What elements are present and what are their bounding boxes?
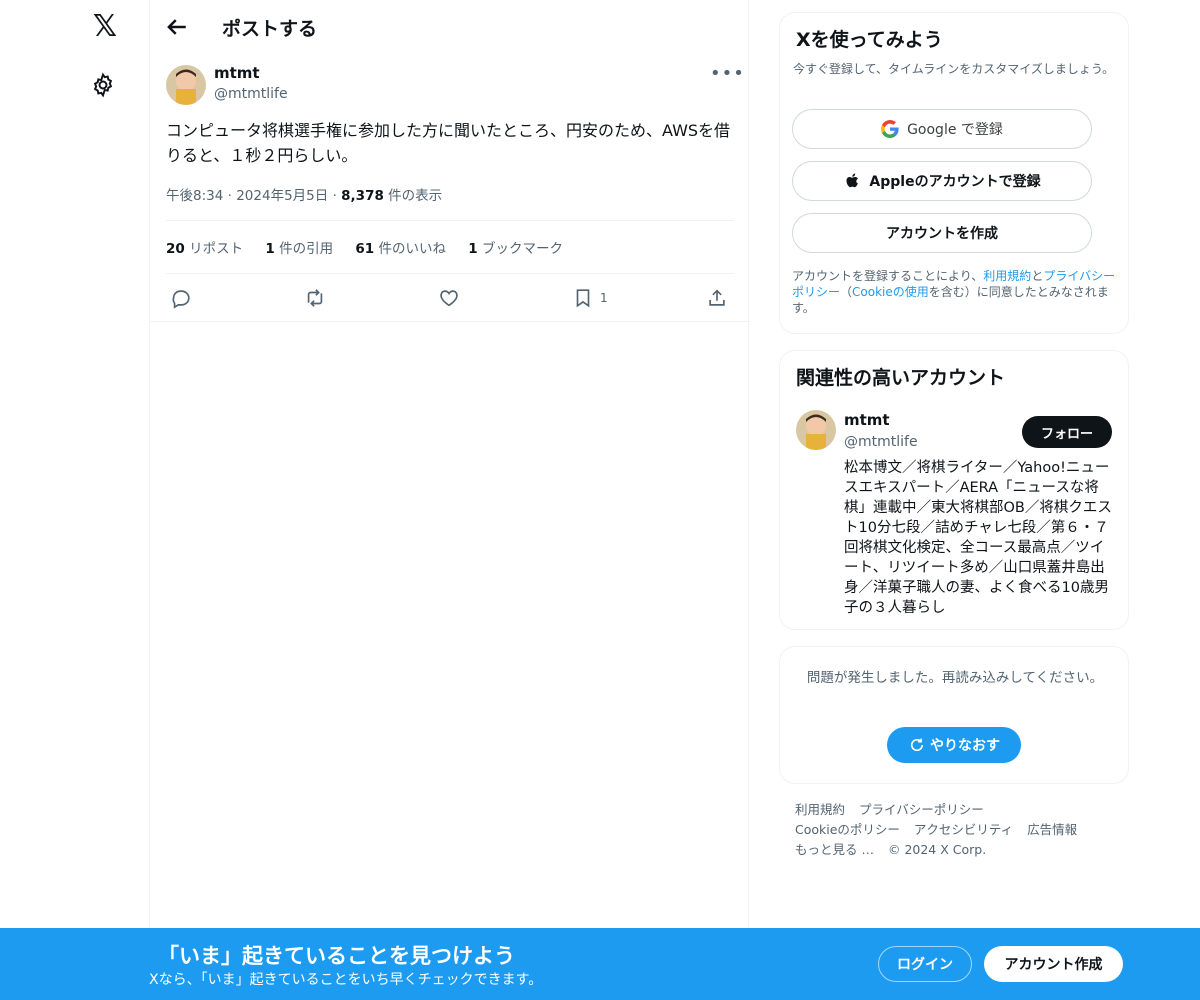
reposts-stat[interactable]: 20 リポスト bbox=[166, 241, 243, 257]
post-text: コンピュータ将棋選手権に参加した方に聞いたところ、円安のため、AWSを借りると、… bbox=[166, 121, 731, 165]
reply-icon bbox=[172, 290, 190, 309]
create-account-label: アカウントを作成 bbox=[886, 226, 998, 242]
apple-icon bbox=[846, 173, 859, 188]
google-signup-button[interactable]: Google で登録 bbox=[792, 109, 1092, 149]
x-logo-icon[interactable]: 𝕏 bbox=[88, 10, 122, 44]
footer-cookie-link[interactable]: Cookieのポリシー bbox=[795, 822, 900, 837]
post-meta: 午後8:34 · 2024年5月5日 · 8,378 件の表示 bbox=[166, 184, 442, 204]
error-message: 問題が発生しました。再読み込みしてください。 bbox=[806, 670, 1104, 686]
retry-label: やりなおす bbox=[930, 738, 1000, 754]
quotes-stat[interactable]: 1 件の引用 bbox=[265, 241, 333, 257]
related-account-bio: 松本博文／将棋ライター／Yahoo!ニュースエキスパート／AERA「ニュースな将… bbox=[844, 460, 1112, 616]
related-account-name[interactable]: mtmt bbox=[844, 411, 890, 429]
avatar[interactable] bbox=[796, 410, 836, 450]
divider bbox=[166, 273, 734, 274]
divider bbox=[150, 321, 750, 322]
apple-signup-label: Appleのアカウントで登録 bbox=[869, 174, 1041, 190]
footer-ads-link[interactable]: 広告情報 bbox=[1027, 822, 1077, 837]
apple-signup-button[interactable]: Appleのアカウントで登録 bbox=[792, 161, 1092, 201]
more-options-icon[interactable]: ••• bbox=[710, 64, 744, 86]
retry-button[interactable]: やりなおす bbox=[887, 727, 1021, 763]
footer-terms-link[interactable]: 利用規約 bbox=[795, 802, 845, 817]
back-button[interactable] bbox=[162, 12, 192, 42]
refresh-icon bbox=[910, 738, 924, 752]
share-icon bbox=[709, 289, 725, 306]
bookmark-button[interactable]: 1 bbox=[572, 284, 608, 312]
terms-text: アカウントを登録することにより、 bbox=[792, 269, 984, 283]
banner-subtitle: Xなら、「いま」起きていることをいち早くチェックできます。 bbox=[149, 972, 543, 988]
footer-privacy-link[interactable]: プライバシーポリシー bbox=[859, 802, 984, 817]
page-title: ポストする bbox=[222, 18, 318, 40]
login-button[interactable]: ログイン bbox=[878, 946, 972, 982]
signup-title: Xを使ってみよう bbox=[796, 29, 943, 51]
bookmark-icon bbox=[576, 289, 590, 308]
terms-text: （ bbox=[840, 285, 853, 299]
likes-stat[interactable]: 61 件のいいね bbox=[355, 241, 446, 257]
banner-title: 「いま」起きていることを見つけよう bbox=[158, 944, 515, 968]
arrow-left-icon bbox=[167, 19, 186, 35]
repost-icon bbox=[307, 289, 323, 307]
footer-links: 利用規約 プライバシーポリシー Cookieのポリシー アクセシビリティ 広告情… bbox=[795, 800, 1115, 860]
views-label: 件の表示 bbox=[388, 188, 443, 204]
share-button[interactable] bbox=[706, 284, 728, 312]
avatar[interactable] bbox=[166, 65, 206, 105]
author-handle[interactable]: @mtmtlife bbox=[214, 86, 288, 102]
post-date[interactable]: 2024年5月5日 bbox=[236, 188, 328, 204]
divider bbox=[166, 220, 734, 221]
post-time[interactable]: 午後8:34 bbox=[166, 188, 223, 204]
related-title: 関連性の高いアカウント bbox=[796, 367, 1006, 389]
footer-accessibility-link[interactable]: アクセシビリティ bbox=[914, 822, 1013, 837]
meta-separator: · bbox=[227, 188, 232, 204]
google-icon bbox=[881, 120, 899, 138]
error-card: 問題が発生しました。再読み込みしてください。 やりなおす bbox=[779, 646, 1129, 784]
views-count: 8,378 bbox=[341, 188, 384, 204]
terms-text: と bbox=[1031, 269, 1044, 283]
bottom-banner: 「いま」起きていることを見つけよう Xなら、「いま」起きていることをいち早くチェ… bbox=[0, 928, 1200, 1000]
google-signup-label: Google で登録 bbox=[907, 122, 1003, 138]
post-actions: 1 bbox=[150, 284, 750, 312]
terms-link[interactable]: 利用規約 bbox=[983, 269, 1031, 283]
heart-icon bbox=[440, 290, 458, 307]
meta-separator: · bbox=[332, 188, 337, 204]
reply-button[interactable] bbox=[170, 284, 192, 312]
signup-button[interactable]: アカウント作成 bbox=[984, 946, 1123, 982]
terms-notice: アカウントを登録することにより、利用規約とプライバシーポリシー（Cookieの使… bbox=[792, 268, 1118, 316]
follow-button[interactable]: フォロー bbox=[1022, 416, 1112, 448]
like-button[interactable] bbox=[438, 284, 460, 312]
signup-subtitle: 今すぐ登録して、タイムラインをカスタマイズしましょう。 bbox=[793, 62, 1115, 76]
signup-card: Xを使ってみよう 今すぐ登録して、タイムラインをカスタマイズしましょう。 Goo… bbox=[779, 12, 1129, 334]
related-account-handle[interactable]: @mtmtlife bbox=[844, 434, 918, 450]
create-account-button[interactable]: アカウントを作成 bbox=[792, 213, 1092, 253]
author-name[interactable]: mtmt bbox=[214, 64, 260, 82]
related-accounts-card: 関連性の高いアカウント mtmt @mtmtlife フォロー 松本博文／将棋ラ… bbox=[779, 350, 1129, 630]
copyright: © 2024 X Corp. bbox=[887, 842, 987, 857]
post-stats: 20 リポスト 1 件の引用 61 件のいいね 1 ブックマーク bbox=[166, 237, 581, 257]
page-header: ポストする bbox=[150, 0, 750, 53]
gear-icon[interactable] bbox=[90, 72, 120, 102]
main-column: ポストする mtmt @mtmtlife ••• コンピュータ将棋選手権に参加し… bbox=[149, 0, 750, 1000]
left-nav: 𝕏 bbox=[0, 0, 150, 1000]
bookmark-count: 1 bbox=[600, 291, 608, 305]
footer-more-link[interactable]: もっと見る … bbox=[795, 842, 874, 857]
cookie-link[interactable]: Cookieの使用 bbox=[852, 285, 929, 299]
repost-button[interactable] bbox=[304, 284, 326, 312]
bookmarks-stat[interactable]: 1 ブックマーク bbox=[468, 241, 563, 257]
